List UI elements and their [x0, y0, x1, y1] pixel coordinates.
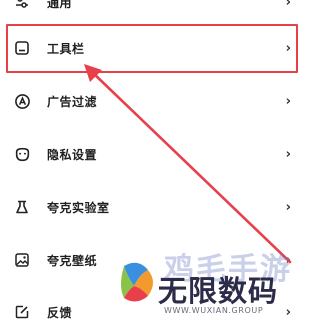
settings-item-ad-filter[interactable]: 广告过滤 ›: [0, 81, 304, 121]
flask-icon: [13, 198, 31, 216]
settings-item-label: 夸克壁纸: [47, 253, 98, 268]
settings-item-privacy[interactable]: 隐私设置 ›: [0, 134, 304, 174]
wallpaper-icon: [13, 251, 31, 269]
toolbar-highlight-box: [6, 24, 298, 73]
settings-item-general[interactable]: 通用 ›: [0, 0, 304, 22]
settings-item-label: 反馈: [47, 305, 73, 320]
ad-filter-icon: [13, 92, 31, 110]
chevron-right-icon: ›: [285, 0, 291, 10]
feedback-edit-icon: [13, 303, 31, 321]
settings-item-label: 通用: [47, 0, 73, 10]
chevron-right-icon: ›: [285, 93, 291, 109]
chevron-right-icon: ›: [285, 146, 291, 162]
sliders-icon: [13, 0, 31, 11]
watermark-logo-icon: [121, 262, 153, 302]
watermark: 鸡毛手游 无限数码 WWW.WUXIAN.GROUP: [118, 244, 304, 322]
settings-item-lab[interactable]: 夸克实验室 ›: [0, 187, 304, 227]
watermark-url: WWW.WUXIAN.GROUP: [164, 306, 264, 315]
settings-item-label: 隐私设置: [47, 147, 98, 162]
watermark-main-text: 无限数码: [158, 274, 279, 308]
settings-item-label: 广告过滤: [47, 94, 98, 109]
settings-item-label: 夸克实验室: [47, 200, 110, 215]
chevron-right-icon: ›: [285, 199, 291, 215]
privacy-mask-icon: [13, 145, 31, 163]
